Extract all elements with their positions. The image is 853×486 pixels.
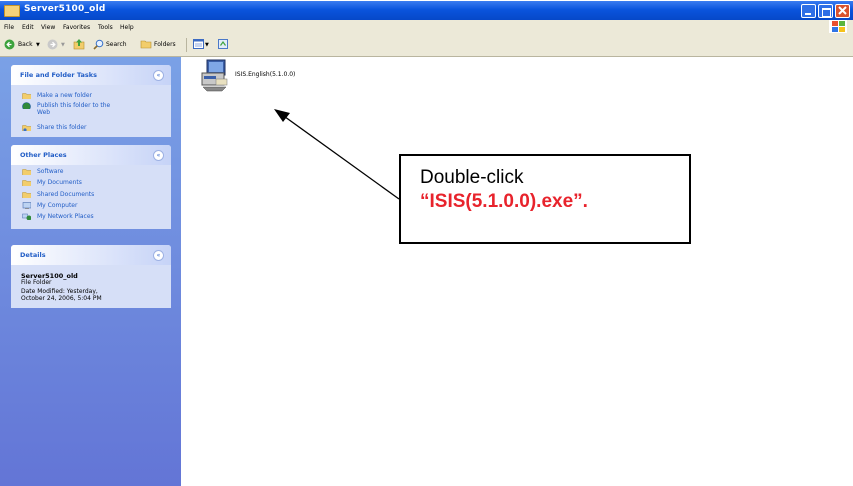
explorer-window: Server5100_old File Edit View Favorites … — [0, 0, 853, 486]
callout-filename: “ISIS(5.1.0.0).exe”. — [420, 191, 588, 212]
instruction-callout: Double-click “ISIS(5.1.0.0).exe”. — [399, 154, 691, 244]
callout-text: Double-click — [420, 167, 524, 188]
